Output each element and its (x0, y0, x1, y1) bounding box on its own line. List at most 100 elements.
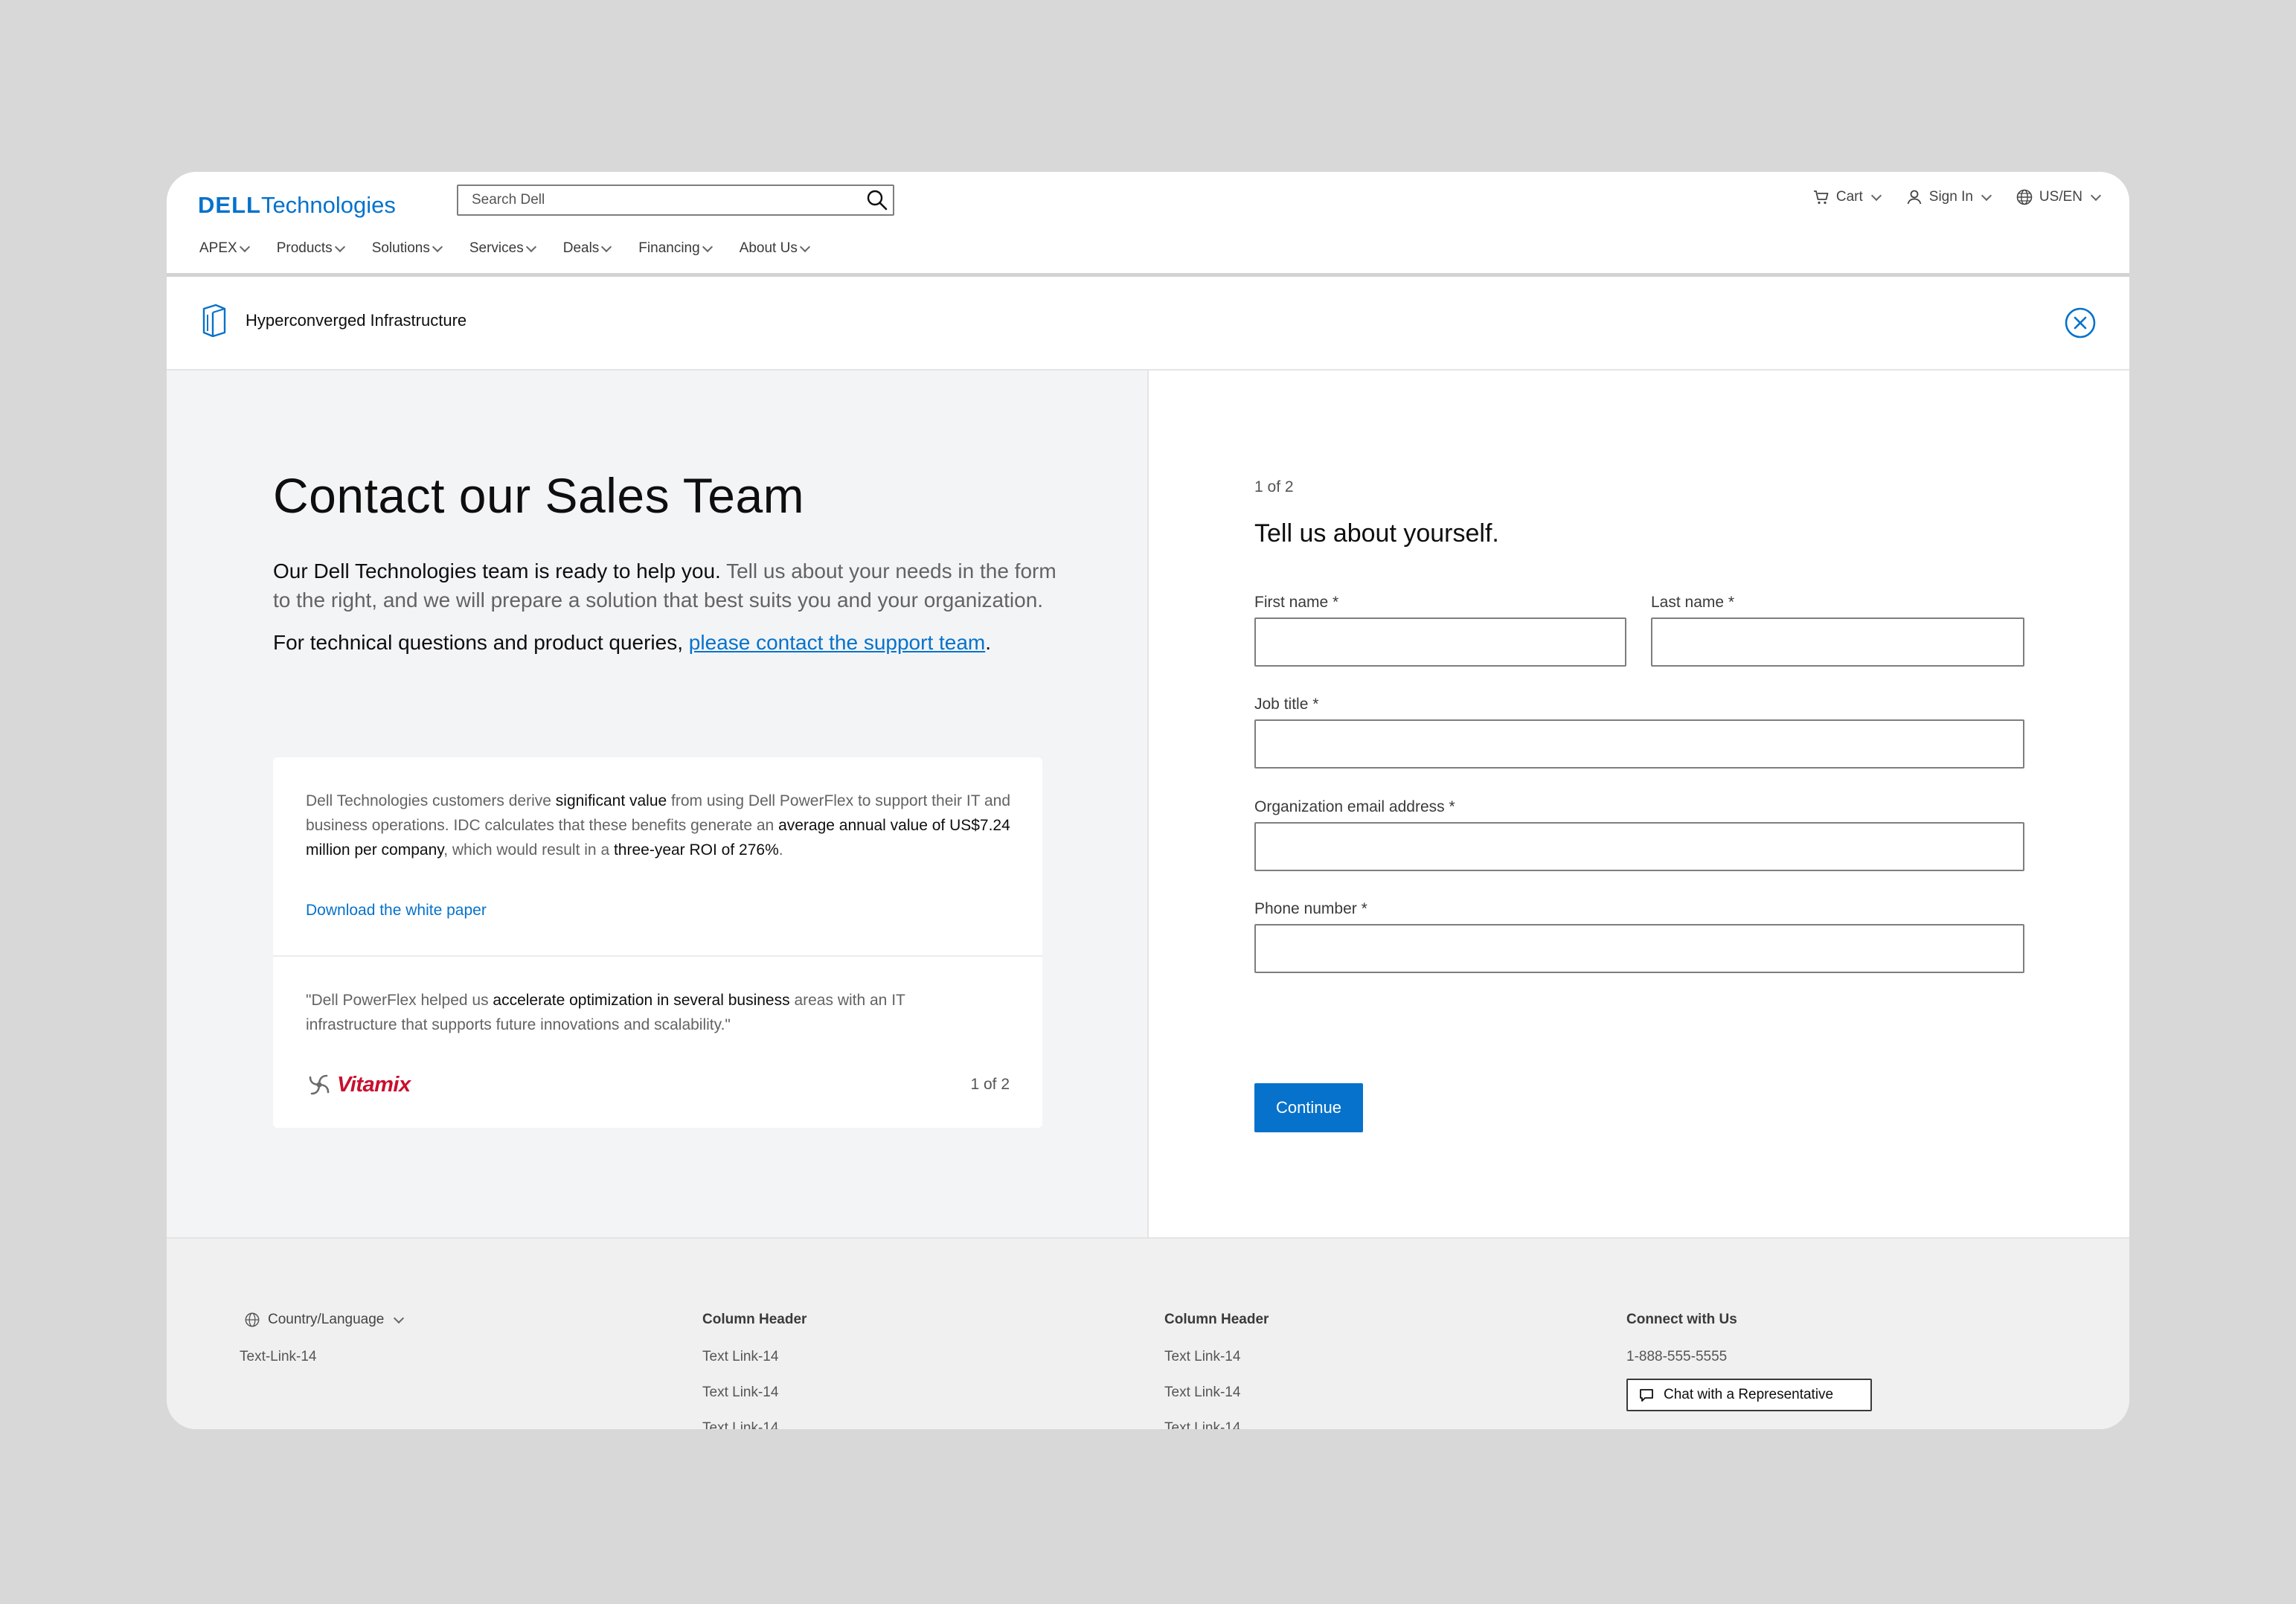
vitamix-wordmark: Vitamix (337, 1072, 411, 1097)
chevron-down-icon (799, 241, 810, 252)
logo-technologies: Technologies (260, 192, 396, 218)
job-title-label: Job title * (1254, 696, 1319, 713)
globe-icon (245, 1312, 260, 1327)
user-icon (1907, 190, 1922, 205)
nav-item-apex[interactable]: APEX (199, 240, 250, 257)
chevron-down-icon (432, 241, 443, 252)
nav-label: Deals (562, 240, 600, 256)
nav-label: Solutions (371, 240, 430, 256)
phone-number[interactable]: 1-888-555-5555 (1626, 1349, 1872, 1365)
connect-header: Connect with Us (1626, 1312, 1737, 1327)
first-name-label: First name * (1254, 594, 1339, 611)
chevron-down-icon (239, 241, 250, 252)
stat-emphasis: three-year ROI of 276% (613, 841, 779, 859)
search-box (457, 185, 894, 216)
globe-icon (2016, 189, 2033, 205)
nav-item-products[interactable]: Products (276, 240, 345, 257)
continue-button[interactable]: Continue (1254, 1083, 1363, 1132)
customer-quote: "Dell PowerFlex helped us accelerate opt… (306, 988, 975, 1037)
nav-label: Products (276, 240, 333, 256)
search-icon[interactable] (866, 189, 888, 211)
card-divider (273, 955, 1042, 957)
footer: Country/Language Text-Link-14 Column Hea… (167, 1237, 2129, 1429)
job-title-input[interactable] (1254, 719, 2024, 769)
nav-item-financing[interactable]: Financing (638, 240, 713, 257)
support-end: . (985, 631, 992, 654)
footer-column-1: Column Header Text Link-14 Text Link-14 … (702, 1312, 807, 1429)
column-header: Column Header (702, 1312, 807, 1327)
last-name-input[interactable] (1651, 617, 2024, 667)
stat-emphasis: significant value (555, 792, 667, 809)
footer-link[interactable]: Text Link-14 (1164, 1420, 1269, 1429)
dell-technologies-logo[interactable]: DELL Technologies (198, 187, 396, 224)
browser-window: DELLTechnologies Cart (167, 172, 2129, 1429)
stat-text: , which would result in a (443, 841, 614, 859)
locale-label: US/EN (2039, 189, 2082, 205)
nav-item-about-us[interactable]: About Us (739, 240, 810, 257)
phone-label: Phone number * (1254, 900, 1367, 917)
nav-item-deals[interactable]: Deals (562, 240, 612, 257)
value-statement: Dell Technologies customers derive signi… (306, 789, 1020, 862)
nav-item-services[interactable]: Services (469, 240, 536, 257)
first-name-input[interactable] (1254, 617, 1626, 667)
cart-label: Cart (1835, 189, 1863, 205)
chevron-down-icon (702, 241, 713, 252)
intro-text: Our Dell Technologies team is ready to h… (273, 556, 1069, 615)
server-icon (202, 304, 226, 337)
form-title: Tell us about yourself. (1254, 519, 1499, 548)
form-step-indicator: 1 of 2 (1254, 478, 1294, 495)
nav-label: Services (469, 240, 524, 256)
nav-label: Financing (638, 240, 700, 256)
phone-input[interactable] (1254, 924, 2024, 973)
page-title: Contact our Sales Team (273, 468, 805, 523)
footer-link[interactable]: Text Link-14 (1164, 1349, 1269, 1365)
vitamix-logo: Vitamix (306, 1071, 411, 1098)
utility-nav: Cart Sign In US/EN (1812, 188, 2102, 206)
country-language-label: Country/Language (268, 1312, 385, 1327)
chat-with-representative-button[interactable]: Chat with a Representative (1626, 1379, 1872, 1411)
footer-link[interactable]: Text Link-14 (702, 1420, 807, 1429)
support-lead: For technical questions and product quer… (273, 631, 689, 654)
chevron-down-icon (1981, 190, 1992, 201)
nav-item-solutions[interactable]: Solutions (371, 240, 443, 257)
footer-link[interactable]: Text Link-14 (702, 1385, 807, 1401)
product-subheader: Hyperconverged Infrastructure (167, 277, 2129, 370)
chat-label: Chat with a Representative (1664, 1387, 1834, 1402)
footer-link[interactable]: Text-Link-14 (240, 1349, 317, 1365)
stat-text: . (778, 841, 783, 859)
chevron-down-icon (334, 241, 345, 252)
stat-text: Dell Technologies customers derive (306, 792, 556, 809)
sign-in-label: Sign In (1928, 189, 1973, 205)
support-team-link[interactable]: please contact the support team (689, 631, 985, 654)
footer-connect-column: Connect with Us 1-888-555-5555 Chat with… (1626, 1312, 1872, 1411)
contact-form-panel: 1 of 2 Tell us about yourself. First nam… (1149, 370, 2129, 1237)
chevron-down-icon (2090, 190, 2102, 201)
footer-column-2: Column Header Text Link-14 Text Link-14 … (1164, 1312, 1269, 1429)
chevron-down-icon (525, 241, 536, 252)
close-circle-icon[interactable] (2064, 307, 2097, 339)
download-white-paper-link[interactable]: Download the white paper (306, 902, 487, 920)
country-language-selector[interactable]: Country/Language (244, 1312, 405, 1328)
contact-info-panel: Contact our Sales Team Our Dell Technolo… (167, 370, 1147, 1237)
footer-link[interactable]: Text Link-14 (1164, 1385, 1269, 1401)
cart-button[interactable]: Cart (1812, 188, 1882, 206)
nav-label: APEX (199, 240, 237, 256)
main-nav: APEX Products Solutions Services Deals F… (199, 240, 810, 257)
email-input[interactable] (1254, 822, 2024, 871)
chat-icon (1640, 1389, 1653, 1402)
nav-label: About Us (739, 240, 798, 256)
logo-dell: DELL (198, 192, 261, 218)
quote-emphasis: accelerate optimization in several busin… (493, 992, 790, 1009)
footer-link[interactable]: Text Link-14 (702, 1349, 807, 1365)
chevron-down-icon (1870, 190, 1882, 201)
locale-selector[interactable]: US/EN (2016, 188, 2102, 206)
vitamix-logo-icon (309, 1074, 330, 1095)
chevron-down-icon (601, 241, 612, 252)
intro-emphasis: Our Dell Technologies team is ready to h… (273, 559, 721, 583)
sign-in-button[interactable]: Sign In (1905, 188, 1992, 206)
support-text: For technical questions and product quer… (273, 631, 991, 655)
testimonial-card: Dell Technologies customers derive signi… (273, 757, 1042, 1128)
search-input[interactable] (458, 186, 859, 214)
email-label: Organization email address * (1254, 798, 1455, 815)
cart-icon (1813, 190, 1829, 205)
